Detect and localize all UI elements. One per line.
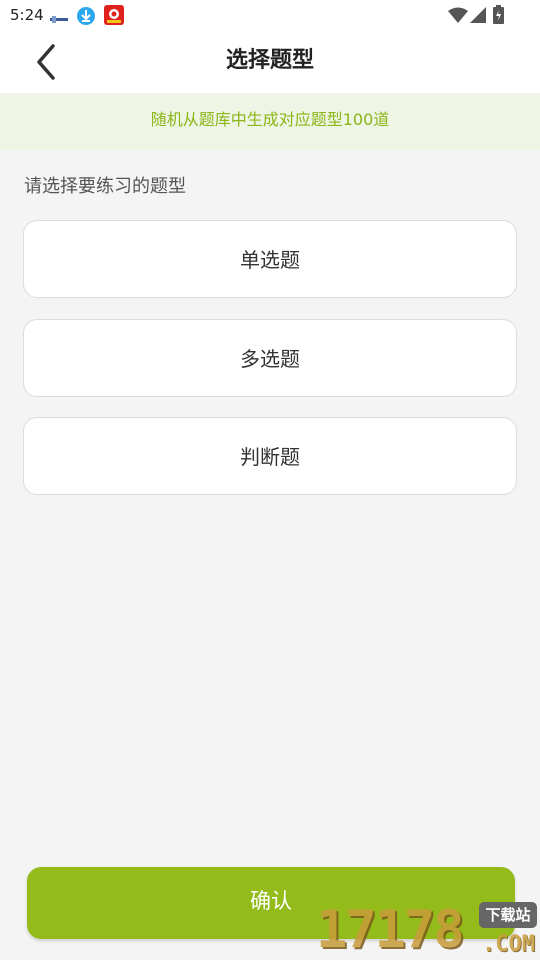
signal-icon (470, 7, 486, 25)
status-bar: 5:24 (0, 0, 540, 32)
notice-banner: 随机从题库中生成对应题型100道 (0, 93, 540, 150)
option-single-choice[interactable]: 单选题 (23, 220, 517, 298)
option-multiple-choice[interactable]: 多选题 (23, 319, 517, 397)
confirm-label: 确认 (250, 889, 292, 913)
battery-icon (493, 5, 504, 24)
red-app-icon (104, 5, 124, 25)
small-app-icon (50, 10, 68, 28)
option-label: 单选题 (240, 248, 300, 272)
option-label: 判断题 (240, 445, 300, 469)
chevron-left-icon (37, 44, 55, 80)
back-button[interactable] (26, 40, 70, 84)
option-true-false[interactable]: 判断题 (23, 417, 517, 495)
select-prompt: 请选择要练习的题型 (24, 176, 186, 197)
watermark-domain: .COM (482, 932, 535, 957)
status-time: 5:24 (10, 6, 44, 24)
watermark-number: 17178 (316, 900, 465, 960)
notice-text: 随机从题库中生成对应题型100道 (150, 110, 390, 129)
download-icon (76, 6, 96, 25)
header-bar: 选择题型 (0, 32, 540, 93)
page-title: 选择题型 (225, 48, 314, 73)
watermark-logo: 17178 .COM 下载站 (316, 898, 540, 960)
watermark-badge: 下载站 (479, 902, 537, 928)
option-label: 多选题 (240, 347, 300, 371)
wifi-icon (448, 7, 468, 25)
